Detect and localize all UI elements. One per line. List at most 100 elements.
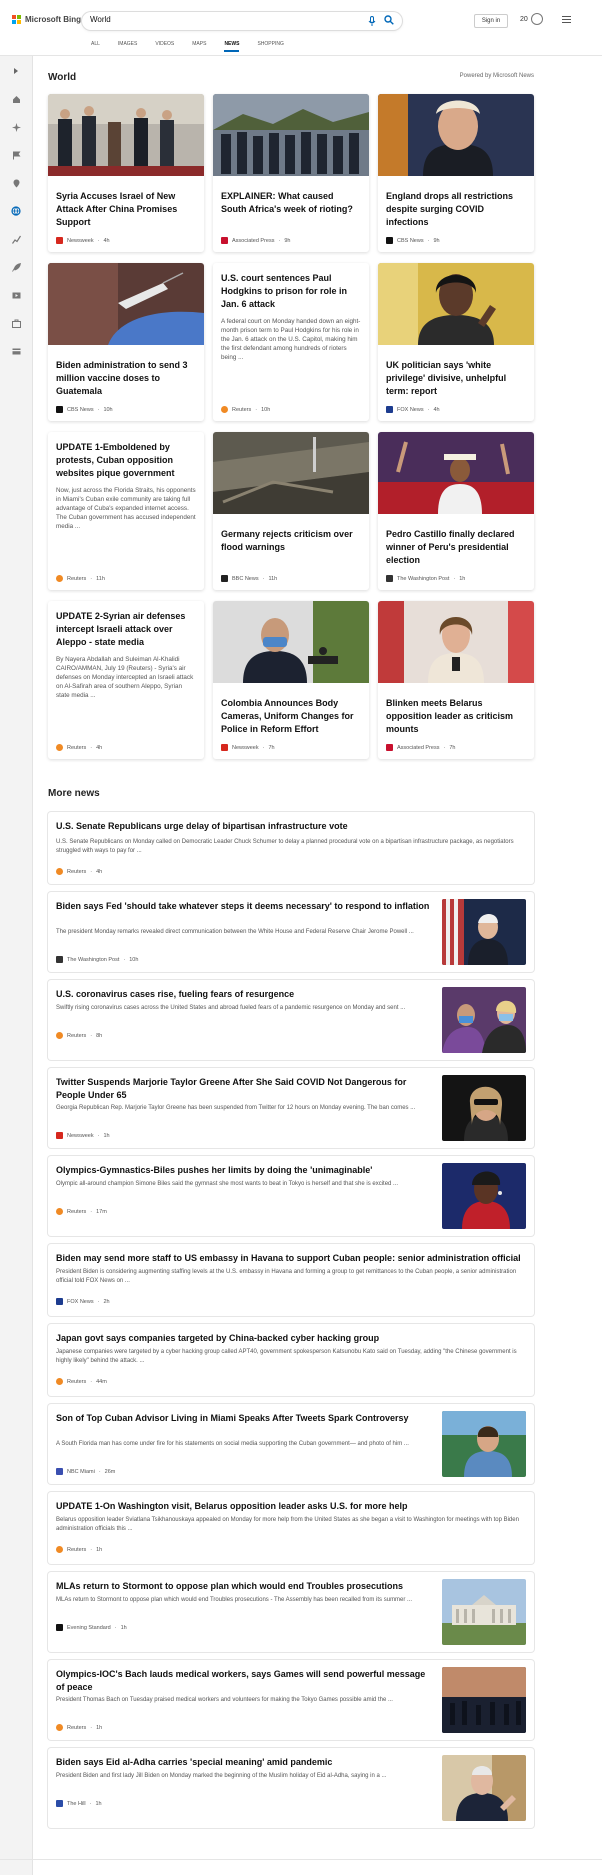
news-row[interactable]: Son of Top Cuban Advisor Living in Miami… bbox=[48, 1404, 534, 1484]
news-row[interactable]: Biden says Eid al-Adha carries 'special … bbox=[48, 1748, 534, 1828]
location-icon[interactable] bbox=[11, 178, 21, 188]
row-title[interactable]: Olympics-Gymnastics-Biles pushes her lim… bbox=[56, 1164, 436, 1177]
tab-images[interactable]: IMAGES bbox=[118, 41, 137, 51]
news-row[interactable]: Olympics-IOC's Bach lauds medical worker… bbox=[48, 1660, 534, 1740]
card-image bbox=[213, 94, 369, 176]
row-title[interactable]: Biden says Eid al-Adha carries 'special … bbox=[56, 1756, 436, 1769]
tab-all[interactable]: ALL bbox=[91, 41, 100, 51]
source-name: Reuters bbox=[67, 1546, 87, 1553]
source-logo-icon bbox=[56, 1298, 63, 1305]
search-input[interactable]: World bbox=[90, 15, 111, 24]
news-row[interactable]: Olympics-Gymnastics-Biles pushes her lim… bbox=[48, 1156, 534, 1236]
row-title[interactable]: Son of Top Cuban Advisor Living in Miami… bbox=[56, 1412, 436, 1425]
row-snippet: The president Monday remarks revealed di… bbox=[56, 929, 414, 935]
news-card[interactable]: U.S. court sentences Paul Hodgkins to pr… bbox=[213, 263, 369, 421]
row-source: Reuters · 1h bbox=[56, 1724, 102, 1731]
card-title[interactable]: UPDATE 2-Syrian air defenses intercept I… bbox=[48, 601, 204, 649]
row-source: The Hill · 1h bbox=[56, 1800, 102, 1807]
rewards-icon[interactable] bbox=[531, 13, 543, 25]
news-row[interactable]: MLAs return to Stormont to oppose plan w… bbox=[48, 1572, 534, 1652]
card-title[interactable]: Germany rejects criticism over flood war… bbox=[213, 519, 369, 554]
row-title[interactable]: MLAs return to Stormont to oppose plan w… bbox=[56, 1580, 436, 1593]
news-card[interactable]: Colombia Announces Body Cameras, Uniform… bbox=[213, 601, 369, 759]
news-row[interactable]: U.S. Senate Republicans urge delay of bi… bbox=[48, 812, 534, 884]
row-title[interactable]: Olympics-IOC's Bach lauds medical worker… bbox=[56, 1668, 436, 1694]
card-title[interactable]: England drops all restrictions despite s… bbox=[378, 181, 534, 229]
source-logo-icon bbox=[386, 237, 393, 244]
card-title[interactable]: UPDATE 1-Emboldened by protests, Cuban o… bbox=[48, 432, 204, 480]
source-time: 8h bbox=[96, 1032, 103, 1039]
card-title[interactable]: Blinken meets Belarus opposition leader … bbox=[378, 688, 534, 736]
news-row[interactable]: Biden says Fed 'should take whatever ste… bbox=[48, 892, 534, 972]
news-row[interactable]: UPDATE 1-On Washington visit, Belarus op… bbox=[48, 1492, 534, 1564]
row-source: Reuters · 44m bbox=[56, 1378, 107, 1385]
row-title[interactable]: Biden says Fed 'should take whatever ste… bbox=[56, 900, 436, 913]
powered-by[interactable]: Powered by Microsoft News bbox=[460, 73, 534, 79]
rewards-points[interactable]: 20 bbox=[520, 16, 528, 23]
search-tabs: ALL IMAGES VIDEOS MAPS NEWS SHOPPING bbox=[91, 41, 284, 52]
briefcase-icon[interactable] bbox=[11, 318, 21, 328]
bing-logo[interactable]: Microsoft Bing bbox=[12, 15, 81, 24]
search-box[interactable]: World bbox=[82, 12, 402, 30]
expand-icon[interactable] bbox=[11, 66, 21, 76]
rocket-icon[interactable] bbox=[11, 262, 21, 272]
source-time: 4h bbox=[96, 744, 103, 751]
card-title[interactable]: EXPLAINER: What caused South Africa's we… bbox=[213, 181, 369, 216]
source-time: 17m bbox=[96, 1208, 107, 1215]
chart-icon[interactable] bbox=[11, 234, 21, 244]
news-row[interactable]: Japan govt says companies targeted by Ch… bbox=[48, 1324, 534, 1396]
card-image bbox=[213, 601, 369, 683]
header: Microsoft Bing World Sign in 20 ALL IMAG… bbox=[0, 0, 602, 56]
news-card[interactable]: England drops all restrictions despite s… bbox=[378, 94, 534, 252]
home-icon[interactable] bbox=[11, 94, 21, 104]
card-source: Associated Press · 7h bbox=[386, 744, 455, 751]
news-card[interactable]: UK politician says 'white privilege' div… bbox=[378, 263, 534, 421]
card-title[interactable]: UK politician says 'white privilege' div… bbox=[378, 350, 534, 398]
sparkle-icon[interactable] bbox=[11, 122, 21, 132]
row-snippet: President Biden is considering augmentin… bbox=[56, 1269, 517, 1284]
card-icon[interactable] bbox=[11, 346, 21, 356]
row-snippet: President Biden and first lady Jill Bide… bbox=[56, 1773, 387, 1779]
news-card[interactable]: Syria Accuses Israel of New Attack After… bbox=[48, 94, 204, 252]
card-title[interactable]: Colombia Announces Body Cameras, Uniform… bbox=[213, 688, 369, 736]
card-source: Reuters · 11h bbox=[56, 575, 105, 582]
news-card[interactable]: Biden administration to send 3 million v… bbox=[48, 263, 204, 421]
news-row[interactable]: Twitter Suspends Marjorie Taylor Greene … bbox=[48, 1068, 534, 1148]
tab-news[interactable]: NEWS bbox=[224, 41, 240, 52]
tab-maps[interactable]: MAPS bbox=[192, 41, 206, 51]
news-card[interactable]: Pedro Castillo finally declared winner o… bbox=[378, 432, 534, 590]
flag-icon[interactable] bbox=[11, 150, 21, 160]
row-title[interactable]: U.S. coronavirus cases rise, fueling fea… bbox=[56, 988, 436, 1001]
source-logo-icon bbox=[386, 406, 393, 413]
row-title[interactable]: Twitter Suspends Marjorie Taylor Greene … bbox=[56, 1076, 436, 1102]
row-title[interactable]: Biden may send more staff to US embassy … bbox=[56, 1252, 526, 1265]
news-card[interactable]: UPDATE 2-Syrian air defenses intercept I… bbox=[48, 601, 204, 759]
card-title[interactable]: U.S. court sentences Paul Hodgkins to pr… bbox=[213, 263, 369, 311]
news-card[interactable]: EXPLAINER: What caused South Africa's we… bbox=[213, 94, 369, 252]
search-icon[interactable] bbox=[384, 15, 394, 25]
video-icon[interactable] bbox=[11, 290, 21, 300]
news-card[interactable]: Germany rejects criticism over flood war… bbox=[213, 432, 369, 590]
news-row[interactable]: Biden may send more staff to US embassy … bbox=[48, 1244, 534, 1316]
tab-videos[interactable]: VIDEOS bbox=[155, 41, 174, 51]
hamburger-menu-icon[interactable] bbox=[562, 16, 571, 23]
row-image bbox=[442, 899, 526, 965]
row-title[interactable]: U.S. Senate Republicans urge delay of bi… bbox=[56, 820, 526, 833]
globe-icon[interactable] bbox=[11, 206, 21, 216]
microphone-icon[interactable] bbox=[368, 16, 376, 26]
row-title[interactable]: UPDATE 1-On Washington visit, Belarus op… bbox=[56, 1500, 526, 1513]
news-card[interactable]: Blinken meets Belarus opposition leader … bbox=[378, 601, 534, 759]
source-time: 10h bbox=[261, 406, 271, 413]
source-name: The Washington Post bbox=[67, 956, 120, 963]
source-logo-icon bbox=[56, 1208, 63, 1215]
news-card[interactable]: UPDATE 1-Emboldened by protests, Cuban o… bbox=[48, 432, 204, 590]
source-name: FOX News bbox=[67, 1298, 94, 1305]
news-row[interactable]: U.S. coronavirus cases rise, fueling fea… bbox=[48, 980, 534, 1060]
tab-shopping[interactable]: SHOPPING bbox=[257, 41, 283, 51]
card-title[interactable]: Biden administration to send 3 million v… bbox=[48, 350, 204, 398]
row-title[interactable]: Japan govt says companies targeted by Ch… bbox=[56, 1332, 526, 1345]
source-logo-icon bbox=[56, 237, 63, 244]
card-title[interactable]: Pedro Castillo finally declared winner o… bbox=[378, 519, 534, 567]
sign-in-button[interactable]: Sign in bbox=[474, 14, 508, 28]
card-title[interactable]: Syria Accuses Israel of New Attack After… bbox=[48, 181, 204, 229]
